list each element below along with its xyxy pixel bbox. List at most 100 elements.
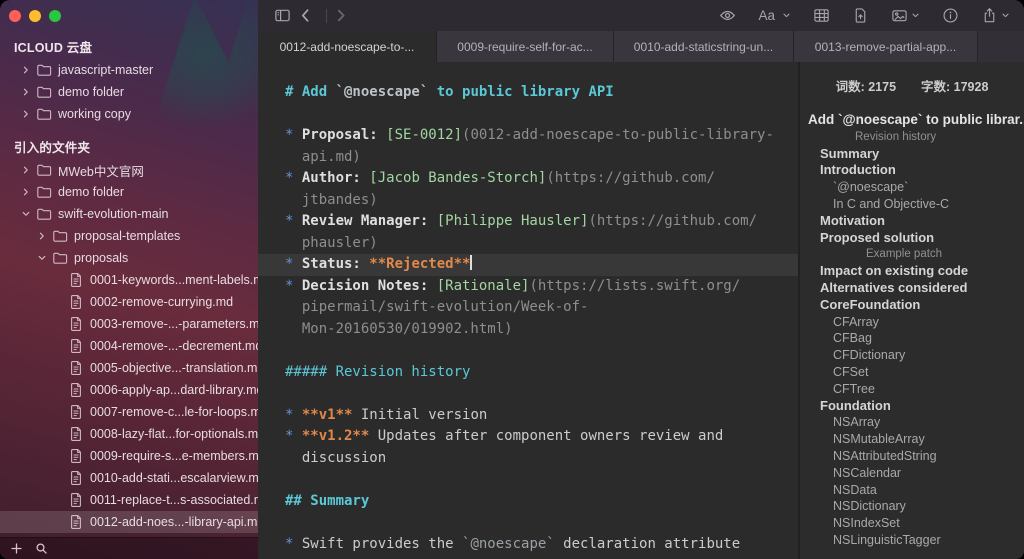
outline-item[interactable]: Impact on existing code [800, 263, 1024, 280]
editor-line[interactable]: Mon-20160530/019902.html) [258, 319, 798, 341]
sidebar-file-item[interactable]: 0001-keywords...ment-labels.md [0, 269, 258, 291]
sidebar-folder-item[interactable]: demo folder [0, 81, 258, 103]
chevron-down-icon[interactable] [32, 253, 52, 263]
outline-item[interactable]: NSMutableArray [800, 431, 1024, 448]
sidebar-file-item[interactable]: 0008-lazy-flat...for-optionals.md [0, 423, 258, 445]
editor-line[interactable]: * Decision Notes: [Rationale](https://li… [258, 276, 798, 298]
editor-line[interactable]: * Proposal: [SE-0012](0012-add-noescape-… [258, 125, 798, 147]
outline-item[interactable]: NSLinguisticTagger [800, 532, 1024, 549]
outline-item[interactable]: CoreFoundation [800, 297, 1024, 314]
file-tree: ICLOUD 云盘javascript-masterdemo folderwor… [0, 34, 258, 537]
editor-line[interactable] [258, 340, 798, 362]
outline-item[interactable]: NSArray [800, 414, 1024, 431]
editor-line[interactable]: * **v1.2** Updates after component owner… [258, 426, 798, 448]
sidebar-file-item[interactable]: 0011-replace-t...s-associated.md [0, 489, 258, 511]
sidebar-folder-item[interactable]: MWeb中文官网 [0, 159, 258, 181]
image-button[interactable] [891, 7, 920, 25]
editor-line[interactable]: * Review Manager: [Philippe Hausler](htt… [258, 211, 798, 233]
sidebar-folder-item[interactable]: working copy [0, 103, 258, 125]
outline-item[interactable]: CFBag [800, 330, 1024, 347]
editor-line[interactable]: jtbandes) [258, 190, 798, 212]
sidebar-folder-item[interactable]: proposals [0, 247, 258, 269]
editor-line[interactable]: ##### Revision history [258, 362, 798, 384]
outline-item[interactable]: CFDictionary [800, 347, 1024, 364]
close-button[interactable] [9, 10, 21, 22]
editor-current-line[interactable]: * Status: **Rejected** [258, 254, 798, 276]
outline-item[interactable]: CFArray [800, 314, 1024, 331]
sidebar-folder-item[interactable]: javascript-master [0, 59, 258, 81]
sidebar-file-item[interactable]: 0009-require-s...e-members.md [0, 445, 258, 467]
outline-item[interactable]: Summary [800, 146, 1024, 163]
editor-line[interactable]: * Author: [Jacob Bandes-Storch](https://… [258, 168, 798, 190]
chevron-right-icon[interactable] [16, 87, 36, 97]
outline-item[interactable]: Revision history [800, 129, 1024, 146]
outline-item[interactable]: Proposed solution [800, 230, 1024, 247]
editor-line[interactable] [258, 383, 798, 405]
eye-button[interactable] [719, 7, 736, 24]
editor-line[interactable] [258, 512, 798, 534]
chevron-right-icon[interactable] [16, 165, 36, 175]
sidebar-toggle-button[interactable] [274, 7, 291, 24]
folder-icon [36, 62, 52, 78]
chevron-left-button[interactable] [297, 7, 314, 24]
markdown-editor[interactable]: # Add `@noescape` to public library API *… [258, 62, 798, 559]
sidebar-file-item[interactable]: 0012-add-noes...-library-api.md [0, 511, 258, 533]
editor-line[interactable]: # Add `@noescape` to public library API [258, 82, 798, 104]
chevron-right-icon[interactable] [32, 231, 52, 241]
share-button[interactable] [981, 7, 1010, 25]
tab[interactable]: 0013-remove-partial-app... [794, 31, 978, 62]
sidebar-folder-item[interactable]: demo folder [0, 181, 258, 203]
outline-item[interactable]: Alternatives considered [800, 280, 1024, 297]
tab-active[interactable]: 0012-add-noescape-to-... [258, 31, 437, 62]
sidebar-section-title: ICLOUD 云盘 [0, 34, 258, 58]
format-button[interactable]: Aa [758, 7, 791, 25]
editor-line[interactable]: phausler) [258, 233, 798, 255]
sidebar-file-item[interactable]: 0002-remove-currying.md [0, 291, 258, 313]
editor-line[interactable]: * **v1** Initial version [258, 405, 798, 427]
sidebar-folder-item[interactable]: proposal-templates [0, 225, 258, 247]
sidebar-file-item[interactable]: 0010-add-stati...escalarview.md [0, 467, 258, 489]
editor-line[interactable] [258, 469, 798, 491]
outline-item[interactable]: Add `@noescape` to public librar... [800, 112, 1024, 129]
outline-item[interactable]: NSData [800, 482, 1024, 499]
outline-item[interactable]: NSAttributedString [800, 448, 1024, 465]
outline-item[interactable]: `@noescape` [800, 179, 1024, 196]
outline-item[interactable]: NSCalendar [800, 465, 1024, 482]
editor-line[interactable]: pipermail/swift-evolution/Week-of- [258, 297, 798, 319]
outline-item[interactable]: Motivation [800, 213, 1024, 230]
outline-item[interactable]: Foundation [800, 398, 1024, 415]
sidebar-folder-item[interactable]: swift-evolution-main [0, 203, 258, 225]
sidebar-file-item[interactable]: 0006-apply-ap...dard-library.md [0, 379, 258, 401]
chevron-right-button[interactable] [333, 7, 350, 24]
add-icon[interactable] [10, 542, 23, 555]
chevron-right-icon[interactable] [16, 109, 36, 119]
outline-item[interactable]: CFTree [800, 381, 1024, 398]
editor-line[interactable]: api.md) [258, 147, 798, 169]
editor-line[interactable]: * Swift provides the `@noescape` declara… [258, 534, 798, 556]
table-button[interactable] [813, 7, 830, 24]
zoom-button[interactable] [49, 10, 61, 22]
minimize-button[interactable] [29, 10, 41, 22]
sidebar-file-item[interactable]: 0004-remove-...-decrement.md [0, 335, 258, 357]
chevron-down-icon[interactable] [16, 209, 36, 219]
outline-item[interactable]: In C and Objective-C [800, 196, 1024, 213]
editor-line[interactable]: ## Summary [258, 491, 798, 513]
doc-publish-button[interactable] [852, 7, 869, 24]
chevron-right-icon[interactable] [16, 65, 36, 75]
editor-line[interactable] [258, 104, 798, 126]
sidebar-file-item[interactable]: 0005-objective...-translation.md [0, 357, 258, 379]
editor-line[interactable]: discussion [258, 448, 798, 470]
outline-item[interactable]: Example patch [800, 246, 1024, 263]
chevron-right-icon[interactable] [16, 187, 36, 197]
search-icon[interactable] [35, 542, 48, 555]
sidebar-file-item[interactable]: 0003-remove-...-parameters.md [0, 313, 258, 335]
outline-item[interactable]: NSDictionary [800, 498, 1024, 515]
info-button[interactable] [942, 7, 959, 24]
outline-item[interactable]: Introduction [800, 162, 1024, 179]
outline-item[interactable]: CFSet [800, 364, 1024, 381]
sidebar-file-item[interactable]: 0007-remove-c...le-for-loops.md [0, 401, 258, 423]
outline-item[interactable]: NSIndexSet [800, 515, 1024, 532]
toolbar-left [274, 7, 356, 24]
tab[interactable]: 0010-add-staticstring-un... [614, 31, 794, 62]
tab[interactable]: 0009-require-self-for-ac... [437, 31, 614, 62]
